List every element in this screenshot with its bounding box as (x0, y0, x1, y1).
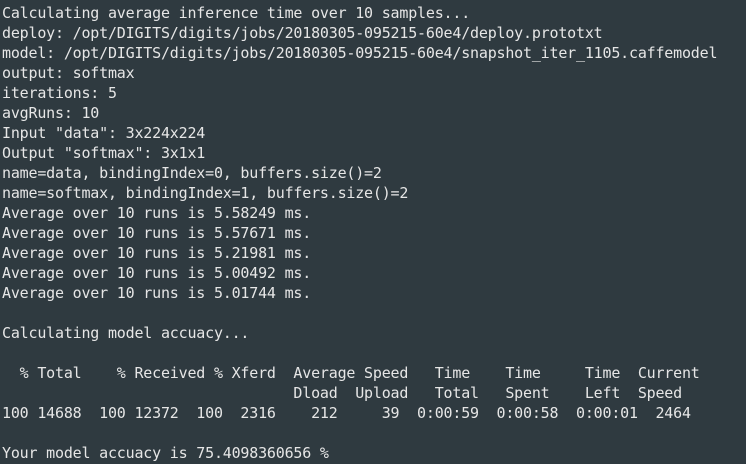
terminal-line-output: output: softmax (2, 64, 135, 82)
terminal-line-iterations: iterations: 5 (2, 84, 117, 102)
terminal-line-input-shape: Input "data": 3x224x224 (2, 124, 206, 142)
terminal-line-curl-progress: 100 14688 100 12372 100 2316 212 39 0:00… (2, 404, 691, 422)
terminal-line-binding-data: name=data, bindingIndex=0, buffers.size(… (2, 164, 382, 182)
terminal-line-accuracy-header: Calculating model accuacy... (2, 324, 250, 342)
terminal-line-curl-subheader: Dload Upload Total Spent Left Speed (2, 384, 682, 402)
terminal-line-average-run: Average over 10 runs is 5.01744 ms. (2, 284, 312, 302)
terminal-line-model: model: /opt/DIGITS/digits/jobs/20180305-… (2, 44, 718, 62)
terminal-line-curl-header: % Total % Received % Xferd Average Speed… (2, 364, 700, 382)
terminal-line-average-run: Average over 10 runs is 5.21981 ms. (2, 244, 312, 262)
terminal-line-average-run: Average over 10 runs is 5.58249 ms. (2, 204, 312, 222)
terminal-line-accuracy-result: Your model accuacy is 75.4098360656 % (2, 444, 329, 462)
terminal-line-inference-header: Calculating average inference time over … (2, 4, 471, 22)
terminal-line-binding-softmax: name=softmax, bindingIndex=1, buffers.si… (2, 184, 409, 202)
terminal-line-average-run: Average over 10 runs is 5.57671 ms. (2, 224, 312, 242)
terminal-line-output-shape: Output "softmax": 3x1x1 (2, 144, 206, 162)
terminal-line-deploy: deploy: /opt/DIGITS/digits/jobs/20180305… (2, 24, 603, 42)
terminal-window[interactable]: Calculating average inference time over … (0, 0, 746, 464)
terminal-line-avgruns: avgRuns: 10 (2, 104, 100, 122)
terminal-line-average-run: Average over 10 runs is 5.00492 ms. (2, 264, 312, 282)
